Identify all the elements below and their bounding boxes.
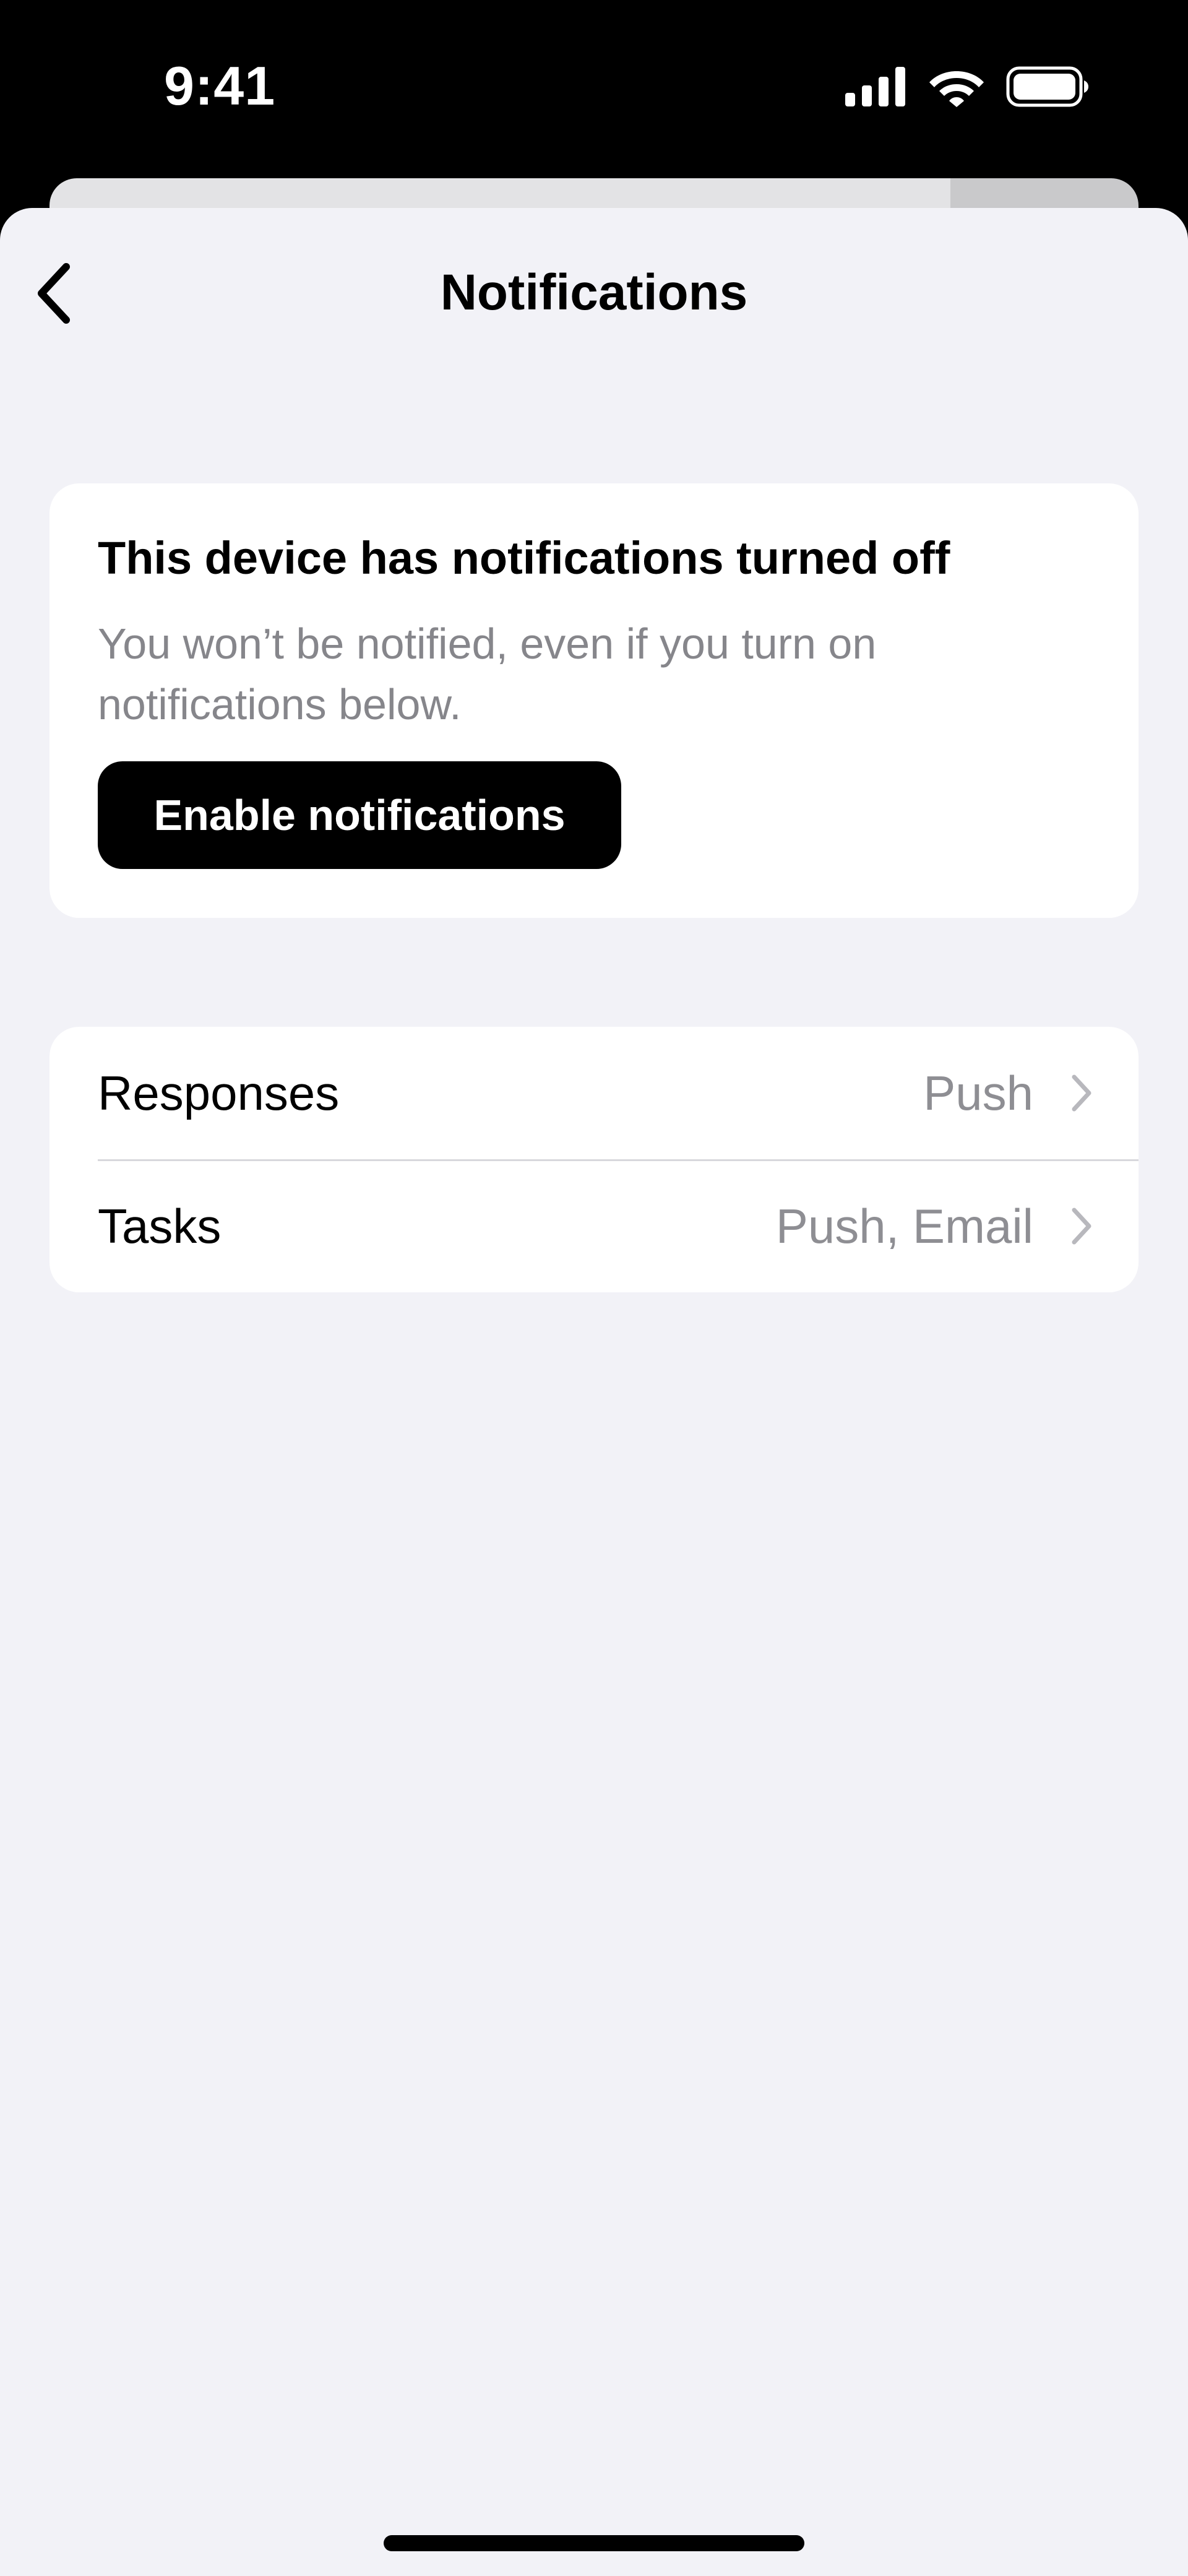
battery-icon [1006, 66, 1089, 107]
row-value: Push, Email [775, 1198, 1033, 1253]
settings-row-tasks[interactable]: Tasks Push, Email [50, 1160, 1138, 1292]
cellular-signal-icon [845, 67, 907, 106]
chevron-right-icon [1069, 1027, 1094, 1159]
notifications-off-alert: This device has notifications turned off… [50, 483, 1138, 918]
alert-title: This device has notifications turned off [98, 532, 950, 584]
row-label: Responses [98, 1065, 340, 1120]
row-label: Tasks [98, 1198, 222, 1253]
settings-row-responses[interactable]: Responses Push [50, 1027, 1138, 1161]
status-bar: 9:41 [0, 0, 1188, 179]
notifications-sheet: Notifications This device has notificati… [0, 208, 1188, 2576]
wifi-icon [928, 66, 985, 107]
alert-body: You won’t be notified, even if you turn … [98, 620, 877, 728]
navigation-bar: Notifications [0, 208, 1188, 387]
row-value: Push [923, 1065, 1033, 1120]
status-time: 9:41 [164, 55, 276, 116]
page-title: Notifications [440, 264, 748, 321]
enable-notifications-button[interactable]: Enable notifications [98, 761, 621, 869]
home-indicator[interactable] [384, 2535, 804, 2551]
chevron-right-icon [1069, 1160, 1094, 1292]
notification-settings-list: Responses Push Tasks Push, Email [50, 1027, 1138, 1292]
status-icons [845, 65, 1089, 108]
